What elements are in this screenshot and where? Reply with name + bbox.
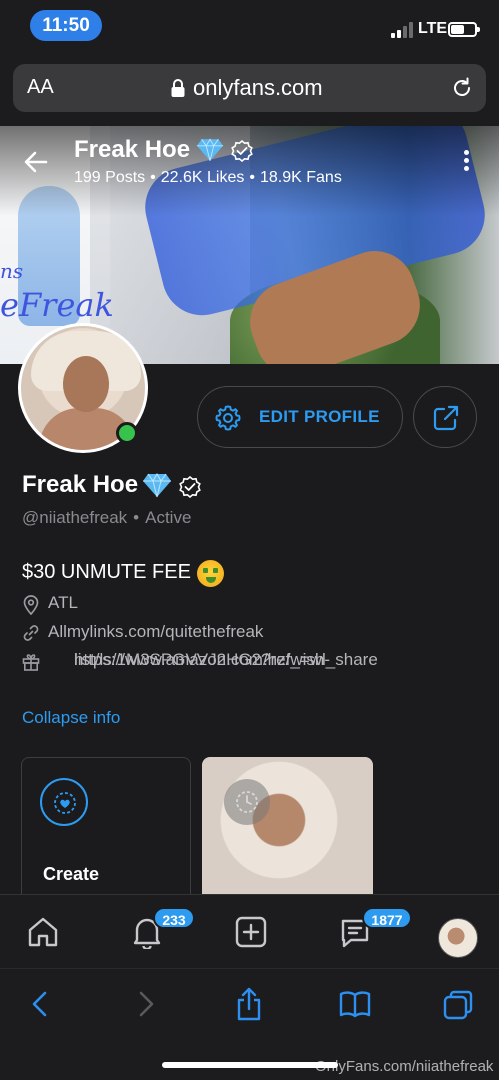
likes-count: 22.6K Likes [160,169,245,186]
notifications-badge: 233 [153,907,195,929]
cover-brand-line1: ns [0,259,24,283]
gift-icon [22,654,40,671]
clock-icon [224,779,270,825]
handle-separator: • [133,508,140,527]
status-time[interactable]: 11:50 [30,10,102,41]
fans-count: 18.9K Fans [259,169,342,186]
profile-tab-avatar[interactable] [438,918,478,958]
avatar-face [63,356,109,412]
cover-brand-line2: eFreak [0,286,114,324]
chevron-left-icon[interactable] [26,989,56,1019]
address-bar[interactable]: AA onlyfans.com [13,64,486,112]
share-button[interactable] [413,386,477,448]
stats-separator: • [249,169,255,186]
verified-icon [179,476,201,498]
safari-share-icon[interactable] [234,987,264,1021]
home-icon[interactable] [26,915,60,949]
diamond-icon [143,473,171,498]
battery-icon [448,22,480,37]
highlight-photo[interactable] [202,757,373,907]
create-highlight-label: Create [43,864,100,884]
messages-badge: 1877 [362,907,412,929]
collapse-info-link[interactable]: Collapse info [22,708,120,728]
edit-profile-label: EDIT PROFILE [259,407,380,426]
network-label: LTE [418,20,448,37]
browser-toolbar: AA onlyfans.com [0,56,499,126]
edit-profile-button[interactable]: EDIT PROFILE [197,386,403,448]
lock-icon [171,79,185,97]
text-size-button[interactable]: AA [27,76,54,99]
heart-icon [54,792,76,814]
money-mouth-emoji-icon [197,560,224,587]
cover-name: Freak Hoe [74,136,191,163]
chevron-right-icon[interactable] [130,989,160,1019]
tabs-icon[interactable] [442,989,474,1021]
watermark: OnlyFans.com/niiathefreak [315,1058,494,1075]
wishlist-line-2: list/ls/1M3SPGVVJ2HG2?ref_=wl_share [74,650,378,669]
app-tab-bar: 233 1877 [0,894,499,968]
url-text[interactable]: onlyfans.com [193,75,323,101]
profile-bio: $30 UNMUTE FEE [22,561,191,583]
location-text: ATL [48,593,78,612]
verified-icon [231,140,253,162]
profile-handle: @niiathefreak [22,508,128,527]
share-icon [433,405,459,431]
posts-count[interactable]: 199 Posts [74,169,145,186]
home-indicator [162,1062,338,1068]
online-indicator [116,422,138,444]
create-highlight-card[interactable]: Create [21,757,191,907]
location-icon [23,595,39,615]
profile-handle-row: @niiathefreak • Active [22,508,191,528]
link-text[interactable]: Allmylinks.com/quitethefreak [48,622,263,642]
stats-separator: • [150,169,156,186]
profile-status: Active [145,508,192,527]
signal-icon [391,22,413,38]
status-bar: 11:50 LTE [0,0,499,56]
cover-stats: 199 Posts • 22.6K Likes • 18.9K Fans [74,169,342,187]
reload-icon[interactable] [450,76,474,100]
more-icon[interactable] [462,150,470,176]
plus-square-icon[interactable] [234,915,268,949]
diamond-icon [196,138,224,161]
gear-icon [215,405,241,431]
add-highlight-icon [40,778,88,826]
book-icon[interactable] [338,989,372,1019]
back-arrow-icon[interactable] [22,148,50,176]
profile-name: Freak Hoe [22,471,139,498]
link-icon [23,625,39,641]
